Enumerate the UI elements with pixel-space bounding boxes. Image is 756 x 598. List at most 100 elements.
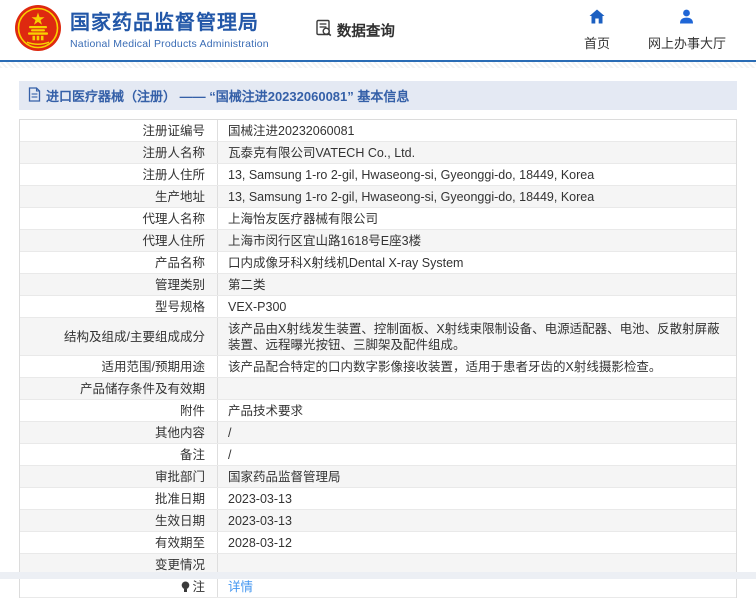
row-label: 代理人住所 [20,230,218,251]
row-label-text: 型号规格 [155,299,205,315]
row-label-text: 管理类别 [155,277,205,293]
home-icon [589,9,605,29]
table-row: 结构及组成/主要组成成分该产品由X射线发生装置、控制面板、X射线束限制设备、电源… [20,318,736,356]
page: 国家药品监督管理局 National Medical Products Admi… [0,0,756,598]
row-value: 口内成像牙科X射线机Dental X-ray System [218,252,736,273]
row-value: 2028-03-12 [218,532,736,553]
row-label: 注册证编号 [20,120,218,141]
row-label: 注 [20,576,218,597]
row-label: 代理人名称 [20,208,218,229]
row-label-text: 注 [192,579,205,595]
nav-service-hall[interactable]: 网上办事大厅 [648,9,726,52]
page-title: 进口医疗器械（注册） —— “国械注进20232060081” 基本信息 [46,86,409,105]
row-value: 国械注进20232060081 [218,120,736,141]
row-label: 型号规格 [20,296,218,317]
row-value: 国家药品监督管理局 [218,466,736,487]
row-label-text: 变更情况 [155,557,205,573]
nav-home-label: 首页 [584,33,610,52]
row-value: VEX-P300 [218,296,736,317]
row-label: 有效期至 [20,532,218,553]
row-label: 产品储存条件及有效期 [20,378,218,399]
table-row: 附件产品技术要求 [20,400,736,422]
person-icon [679,9,694,29]
data-query-tab[interactable]: 数据查询 [315,19,395,41]
row-label: 批准日期 [20,488,218,509]
row-label-text: 结构及组成/主要组成成分 [64,329,205,345]
table-row: 其他内容 / [20,422,736,444]
row-label: 注册人住所 [20,164,218,185]
national-emblem-icon [15,5,61,56]
table-row: 生效日期2023-03-13 [20,510,736,532]
row-value: 2023-03-13 [218,488,736,509]
row-label: 注册人名称 [20,142,218,163]
top-nav: 首页 网上办事大厅 [584,9,726,52]
row-value: 13, Samsung 1-ro 2-gil, Hwaseong-si, Gye… [218,186,736,207]
breadcrumb: 进口医疗器械（注册） —— “国械注进20232060081” 基本信息 [19,81,737,110]
table-row: 型号规格 VEX-P300 [20,296,736,318]
data-query-label: 数据查询 [337,20,395,41]
table-row: 产品名称口内成像牙科X射线机Dental X-ray System [20,252,736,274]
table-row: 注册人住所 13, Samsung 1-ro 2-gil, Hwaseong-si… [20,164,736,186]
row-value: 13, Samsung 1-ro 2-gil, Hwaseong-si, Gye… [218,164,736,185]
header-hatch-strip [0,62,756,68]
row-label-text: 产品储存条件及有效期 [80,381,205,397]
row-label-text: 代理人住所 [142,233,205,249]
row-label: 生产地址 [20,186,218,207]
row-label-text: 批准日期 [155,491,205,507]
row-label-text: 注册证编号 [142,123,205,139]
table-row: 注册人名称瓦泰克有限公司VATECH Co., Ltd. [20,142,736,164]
table-row: 批准日期 2023-03-13 [20,488,736,510]
row-value: 该产品配合特定的口内数字影像接收装置，适用于患者牙齿的X射线摄影检查。 [218,356,736,377]
table-row: 有效期至 2028-03-12 [20,532,736,554]
content: 进口医疗器械（注册） —— “国械注进20232060081” 基本信息 注册证… [0,81,756,598]
row-value: 上海怡友医疗器械有限公司 [218,208,736,229]
table-row: 备注 / [20,444,736,466]
row-value: 详情 [218,576,736,597]
row-label: 审批部门 [20,466,218,487]
org-titles: 国家药品监督管理局 National Medical Products Admi… [70,11,269,50]
org-name-zh: 国家药品监督管理局 [70,11,269,35]
row-label: 备注 [20,444,218,465]
nmpa-logo[interactable]: 国家药品监督管理局 National Medical Products Admi… [15,5,269,56]
table-row: 注 详情 [20,576,736,598]
table-row: 代理人住所上海市闵行区宜山路1618号E座3楼 [20,230,736,252]
row-value: 该产品由X射线发生装置、控制面板、X射线束限制设备、电源适配器、电池、反散射屏蔽… [218,318,736,355]
row-label-text: 审批部门 [155,469,205,485]
document-search-icon [315,19,337,41]
footer-strip [0,572,756,579]
row-value [218,378,736,399]
row-label-text: 有效期至 [155,535,205,551]
table-row: 产品储存条件及有效期 [20,378,736,400]
header: 国家药品监督管理局 National Medical Products Admi… [0,0,756,62]
row-label-text: 附件 [180,403,205,419]
row-value: 第二类 [218,274,736,295]
nav-home[interactable]: 首页 [584,9,610,52]
detail-link[interactable]: 详情 [228,579,253,595]
row-label: 其他内容 [20,422,218,443]
table-row: 审批部门国家药品监督管理局 [20,466,736,488]
row-label: 结构及组成/主要组成成分 [20,318,218,355]
table-row: 注册证编号国械注进20232060081 [20,120,736,142]
row-label-text: 适用范围/预期用途 [102,359,205,375]
bulb-note-icon [181,581,190,593]
row-label-text: 注册人住所 [142,167,205,183]
row-label: 产品名称 [20,252,218,273]
row-value: 产品技术要求 [218,400,736,421]
nav-service-hall-label: 网上办事大厅 [648,33,726,52]
row-label-text: 其他内容 [155,425,205,441]
row-label-text: 代理人名称 [142,211,205,227]
detail-table: 注册证编号国械注进20232060081注册人名称瓦泰克有限公司VATECH C… [19,119,737,598]
table-row: 代理人名称上海怡友医疗器械有限公司 [20,208,736,230]
table-row: 生产地址13, Samsung 1-ro 2-gil, Hwaseong-si,… [20,186,736,208]
row-label: 适用范围/预期用途 [20,356,218,377]
table-row: 适用范围/预期用途该产品配合特定的口内数字影像接收装置，适用于患者牙齿的X射线摄… [20,356,736,378]
row-label: 管理类别 [20,274,218,295]
row-value: / [218,444,736,465]
row-value: 2023-03-13 [218,510,736,531]
row-label: 附件 [20,400,218,421]
page-document-icon [28,87,46,105]
row-label-text: 产品名称 [155,255,205,271]
row-value: / [218,422,736,443]
row-label-text: 备注 [180,447,205,463]
table-row: 管理类别第二类 [20,274,736,296]
